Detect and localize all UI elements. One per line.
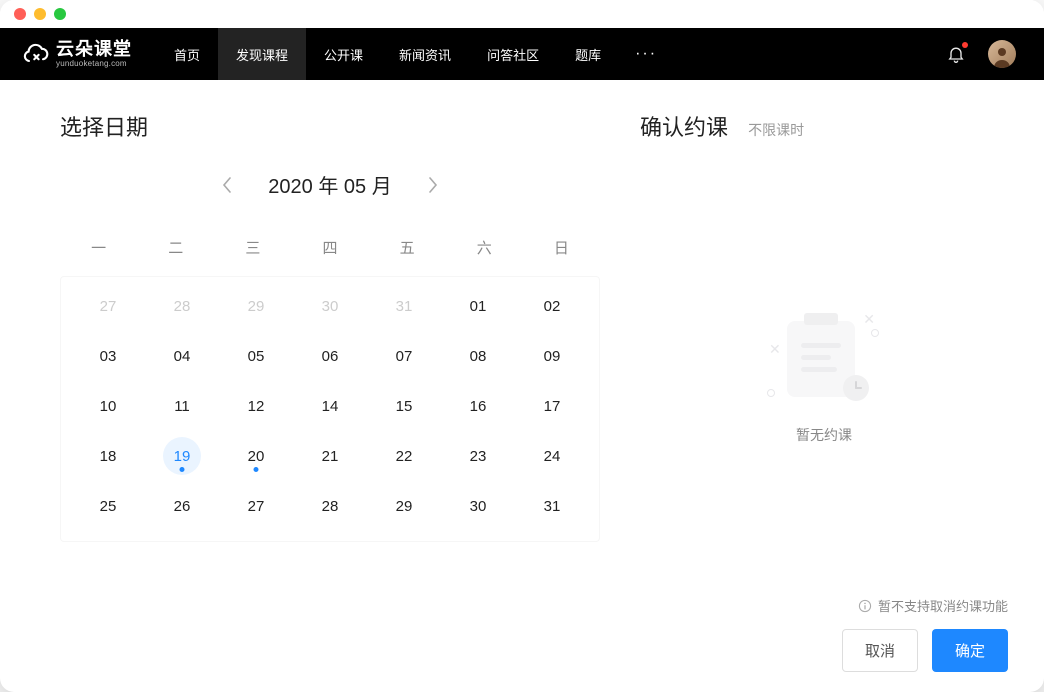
weekday-header: 二	[137, 223, 214, 276]
confirm-title: 确认约课 不限课时	[640, 110, 1008, 142]
calendar-day[interactable]: 11	[145, 381, 219, 431]
calendar-day[interactable]: 02	[515, 281, 589, 331]
calendar-day[interactable]: 24	[515, 431, 589, 481]
calendar-day[interactable]: 20	[219, 431, 293, 481]
calendar-day[interactable]: 04	[145, 331, 219, 381]
nav-more-icon[interactable]: ···	[619, 45, 673, 63]
content: 选择日期 2020 年 05 月 一二三四五六日 272829303101020…	[0, 80, 1044, 692]
nav-item-3[interactable]: 新闻资讯	[381, 28, 469, 80]
month-label: 2020 年 05 月	[268, 170, 391, 199]
calendar-body: 2728293031010203040506070809101112141516…	[71, 281, 589, 531]
calendar-day[interactable]: 07	[367, 331, 441, 381]
calendar-day: 31	[367, 281, 441, 331]
calendar-day[interactable]: 03	[71, 331, 145, 381]
avatar[interactable]	[988, 40, 1016, 68]
calendar-day[interactable]: 31	[515, 481, 589, 531]
nav-item-2[interactable]: 公开课	[306, 28, 381, 80]
calendar-day[interactable]: 05	[219, 331, 293, 381]
event-dot-icon	[180, 467, 185, 472]
info-icon	[858, 599, 872, 613]
footer-note-text: 暂不支持取消约课功能	[878, 596, 1008, 615]
calendar-day[interactable]: 29	[367, 481, 441, 531]
calendar-day[interactable]: 15	[367, 381, 441, 431]
calendar-day[interactable]: 21	[293, 431, 367, 481]
select-date-title: 选择日期	[60, 110, 600, 142]
prev-month-icon[interactable]	[222, 177, 232, 193]
cancel-button[interactable]: 取消	[842, 629, 918, 672]
calendar: 一二三四五六日	[60, 223, 600, 276]
traffic-max-icon[interactable]	[54, 8, 66, 20]
footer-note: 暂不支持取消约课功能	[640, 596, 1008, 615]
empty-state: ✕✕ 暂无约课	[640, 160, 1008, 596]
calendar-day[interactable]: 19	[145, 431, 219, 481]
logo-subtext: yunduoketang.com	[56, 59, 132, 68]
calendar-day[interactable]: 08	[441, 331, 515, 381]
confirm-button[interactable]: 确定	[932, 629, 1008, 672]
confirm-panel: 确认约课 不限课时 ✕✕ 暂无约课 暂不支持取消约课功能 取消 确定	[600, 110, 1008, 672]
calendar-day[interactable]: 23	[441, 431, 515, 481]
calendar-day[interactable]: 01	[441, 281, 515, 331]
calendar-day[interactable]: 16	[441, 381, 515, 431]
nav-item-0[interactable]: 首页	[156, 28, 218, 80]
calendar-day: 29	[219, 281, 293, 331]
calendar-day[interactable]: 14	[293, 381, 367, 431]
calendar-day[interactable]: 10	[71, 381, 145, 431]
traffic-close-icon[interactable]	[14, 8, 26, 20]
calendar-day: 28	[145, 281, 219, 331]
titlebar	[0, 0, 1044, 28]
calendar-day[interactable]: 09	[515, 331, 589, 381]
weekday-header: 五	[369, 223, 446, 276]
calendar-day[interactable]: 17	[515, 381, 589, 431]
calendar-day[interactable]: 06	[293, 331, 367, 381]
weekday-header: 日	[523, 223, 600, 276]
button-row: 取消 确定	[640, 629, 1008, 672]
notification-dot-icon	[962, 42, 968, 48]
confirm-title-text: 确认约课	[640, 115, 728, 140]
event-dot-icon	[254, 467, 259, 472]
logo[interactable]: 云朵课堂 yunduoketang.com	[22, 40, 132, 68]
calendar-day[interactable]: 27	[219, 481, 293, 531]
next-month-icon[interactable]	[428, 177, 438, 193]
top-nav: 云朵课堂 yunduoketang.com 首页发现课程公开课新闻资讯问答社区题…	[0, 28, 1044, 80]
date-picker-panel: 选择日期 2020 年 05 月 一二三四五六日 272829303101020…	[60, 110, 600, 672]
logo-text: 云朵课堂	[56, 40, 132, 58]
calendar-day[interactable]: 25	[71, 481, 145, 531]
empty-text: 暂无约课	[796, 425, 852, 445]
cloud-logo-icon	[22, 43, 50, 65]
weekday-header: 六	[446, 223, 523, 276]
calendar-day: 30	[293, 281, 367, 331]
calendar-day[interactable]: 18	[71, 431, 145, 481]
weekday-header: 四	[291, 223, 368, 276]
month-header: 2020 年 05 月	[60, 170, 600, 199]
calendar-day[interactable]: 28	[293, 481, 367, 531]
weekday-header: 一	[60, 223, 137, 276]
calendar-day: 27	[71, 281, 145, 331]
calendar-day[interactable]: 30	[441, 481, 515, 531]
calendar-day[interactable]: 12	[219, 381, 293, 431]
calendar-day[interactable]: 22	[367, 431, 441, 481]
confirm-subtitle: 不限课时	[748, 122, 804, 138]
notification-bell-icon[interactable]	[946, 44, 966, 64]
clipboard-empty-icon: ✕✕	[769, 311, 879, 407]
weekday-header: 三	[214, 223, 291, 276]
nav-item-1[interactable]: 发现课程	[218, 28, 306, 80]
app-window: 云朵课堂 yunduoketang.com 首页发现课程公开课新闻资讯问答社区题…	[0, 0, 1044, 692]
traffic-min-icon[interactable]	[34, 8, 46, 20]
nav-item-4[interactable]: 问答社区	[469, 28, 557, 80]
nav-item-5[interactable]: 题库	[557, 28, 619, 80]
calendar-day[interactable]: 26	[145, 481, 219, 531]
